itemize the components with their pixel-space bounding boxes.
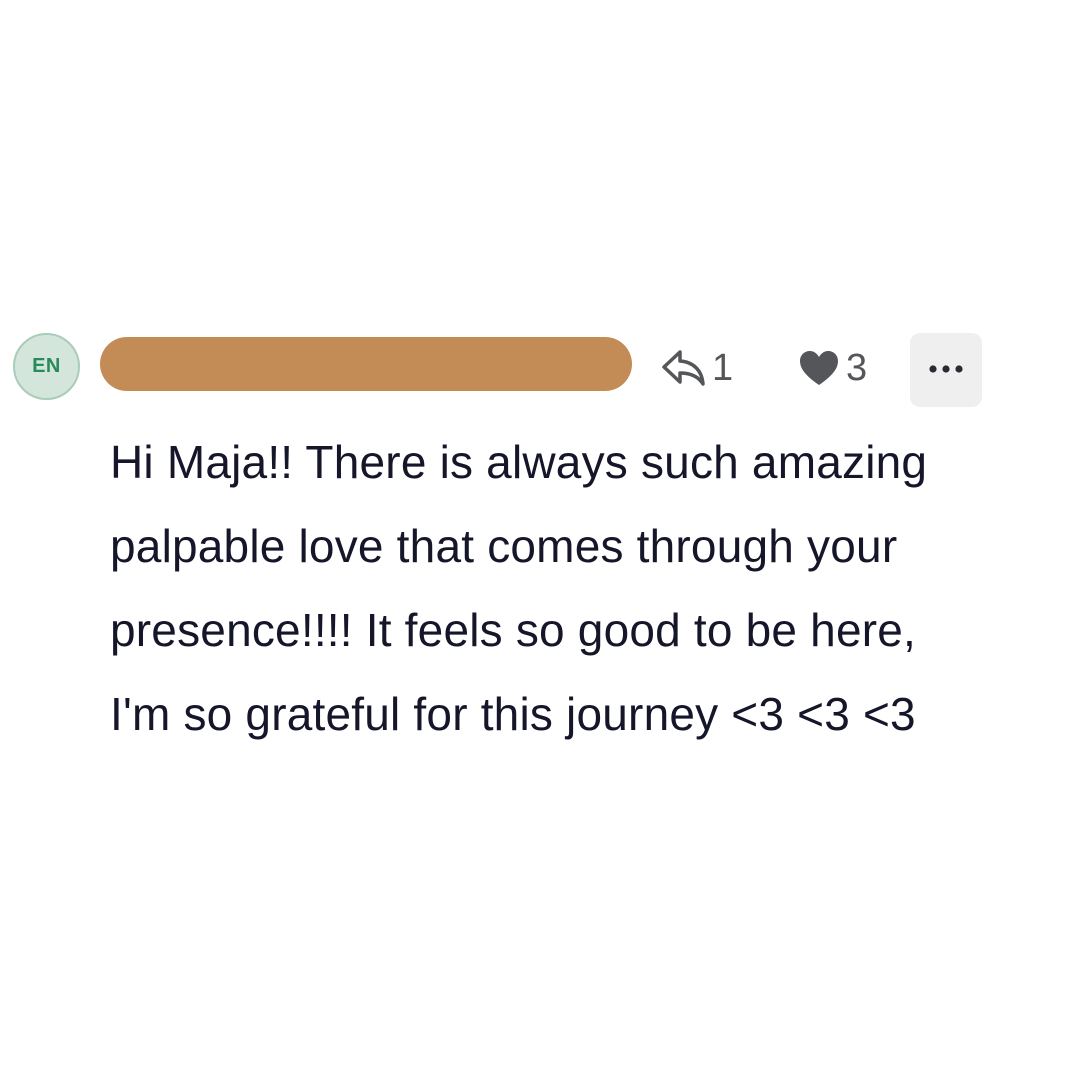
heart-icon — [798, 349, 840, 387]
reply-button[interactable]: 1 — [660, 340, 733, 396]
redacted-username — [100, 337, 632, 391]
like-button[interactable]: 3 — [798, 340, 867, 396]
avatar-initials: EN — [32, 355, 61, 377]
comment-card: EN 1 3 Hi Maja!! There is always such am… — [0, 0, 1080, 1080]
reply-arrow-icon — [660, 348, 706, 388]
comment-line: presence!!!! It feels so good to be here… — [110, 604, 917, 656]
more-options-button[interactable] — [910, 333, 982, 407]
like-count: 3 — [846, 347, 868, 389]
ellipsis-icon — [928, 361, 964, 379]
comment-line: I'm so grateful for this journey <3 <3 <… — [110, 688, 916, 740]
comment-body: Hi Maja!! There is always such amazing p… — [110, 420, 1050, 756]
comment-line: palpable love that comes through your — [110, 520, 898, 572]
avatar[interactable]: EN — [13, 333, 80, 400]
comment-line: Hi Maja!! There is always such amazing — [110, 436, 928, 488]
reply-count: 1 — [712, 347, 734, 389]
